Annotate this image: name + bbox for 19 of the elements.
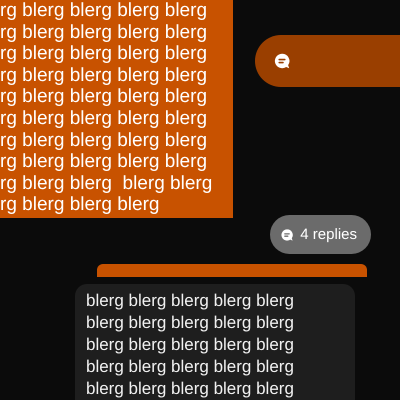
message-text: rg blerg blerg blerg blerg — [0, 0, 208, 22]
message-text: blerg blerg blerg blerg blerg — [86, 290, 295, 312]
message-text: rg blerg blerg blerg blerg — [0, 43, 208, 65]
replies-button[interactable]: 4 replies — [270, 215, 371, 254]
message-text: rg blerg blerg blerg blerg — [0, 172, 214, 194]
message-text: rg blerg blerg blerg blerg — [0, 64, 208, 86]
message-text: rg blerg blerg blerg — [0, 194, 160, 216]
message-text: rg blerg blerg blerg blerg — [0, 108, 208, 130]
message-bubble[interactable] — [255, 35, 400, 87]
message-text: blerg blerg blerg blerg blerg — [86, 334, 295, 356]
message-text: rg blerg blerg blerg blerg — [0, 86, 208, 108]
message-text: rg blerg blerg blerg blerg — [0, 130, 208, 152]
message-text: blerg blerg blerg blerg blerg — [86, 312, 295, 334]
chat-bubble-icon — [280, 228, 294, 242]
message-text: rg blerg blerg blerg blerg — [0, 151, 208, 173]
message-text: blerg blerg blerg blerg blerg — [86, 378, 295, 400]
message-text: rg blerg blerg blerg blerg — [0, 22, 208, 44]
message-text: blerg blerg blerg blerg blerg — [86, 356, 295, 378]
chat-bubble-icon — [273, 52, 291, 70]
